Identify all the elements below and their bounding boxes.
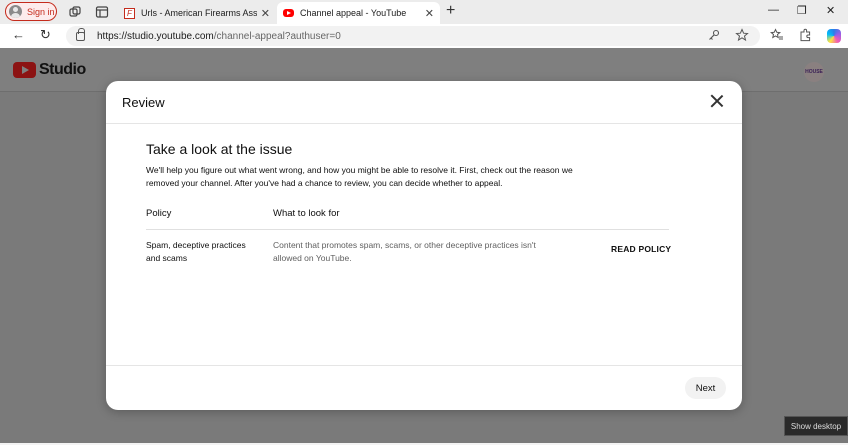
- dialog-header: Review: [106, 81, 742, 124]
- favorite-star-icon[interactable]: [735, 28, 749, 42]
- address-bar[interactable]: https://studio.youtube.com/channel-appea…: [66, 26, 760, 46]
- youtube-favicon-icon: [283, 9, 294, 17]
- tab-channel-appeal[interactable]: Channel appeal - YouTube ✕: [277, 2, 440, 24]
- back-icon[interactable]: ←: [12, 28, 25, 42]
- column-header-policy: Policy: [146, 208, 172, 219]
- signin-label: Sign in: [27, 6, 55, 17]
- tab-close-icon[interactable]: ✕: [261, 7, 270, 20]
- issue-heading: Take a look at the issue: [146, 141, 293, 157]
- copilot-icon[interactable]: [827, 29, 841, 43]
- extensions-icon[interactable]: [798, 28, 812, 42]
- read-policy-link[interactable]: READ POLICY: [611, 244, 671, 254]
- show-desktop-button[interactable]: Show desktop: [784, 416, 848, 436]
- table-divider: [146, 229, 669, 230]
- favorites-icon[interactable]: [770, 28, 784, 42]
- firearms-favicon-icon: F: [124, 7, 135, 19]
- lock-icon[interactable]: [76, 27, 85, 41]
- reload-icon[interactable]: ↻: [40, 28, 51, 42]
- review-dialog: Review Take a look at the issue We'll he…: [106, 81, 742, 410]
- maximize-icon[interactable]: ❐: [797, 4, 807, 17]
- workspaces-icon[interactable]: [68, 5, 82, 19]
- profile-icon: [9, 5, 22, 18]
- window-close-icon[interactable]: ✕: [826, 4, 835, 17]
- minimize-icon[interactable]: —: [768, 4, 779, 16]
- dialog-footer-divider: [106, 365, 742, 366]
- next-button[interactable]: Next: [685, 377, 726, 399]
- column-header-what: What to look for: [273, 208, 340, 219]
- policy-cell: Spam, deceptive practices and scams: [146, 240, 246, 263]
- password-key-icon[interactable]: [707, 28, 721, 42]
- channel-avatar[interactable]: HOUSE: [804, 62, 824, 82]
- issue-description: We'll help you figure out what went wron…: [146, 165, 573, 188]
- tab-urls[interactable]: F Urls - American Firearms Associat ✕: [118, 2, 276, 24]
- tab-title: Channel appeal - YouTube: [300, 8, 407, 18]
- new-tab-icon[interactable]: +: [446, 3, 455, 19]
- dialog-close-icon[interactable]: [710, 94, 724, 108]
- youtube-logo-icon[interactable]: [13, 62, 36, 78]
- tab-actions-icon[interactable]: [95, 5, 109, 19]
- browser-toolbar: ← ↻ https://studio.youtube.com/channel-a…: [0, 24, 848, 48]
- signin-button[interactable]: Sign in: [5, 2, 57, 21]
- what-to-look-for-cell: Content that promotes spam, scams, or ot…: [273, 240, 536, 263]
- tab-title: Urls - American Firearms Associat: [141, 8, 257, 18]
- tab-close-icon[interactable]: ✕: [425, 7, 434, 20]
- url-path: /channel-appeal?authuser=0: [213, 30, 341, 42]
- tab-strip: Sign in F Urls - American Firearms Assoc…: [0, 0, 848, 24]
- url-host: https://studio.youtube.com: [97, 30, 214, 42]
- studio-brand[interactable]: Studio: [39, 61, 86, 79]
- dialog-title: Review: [122, 95, 165, 110]
